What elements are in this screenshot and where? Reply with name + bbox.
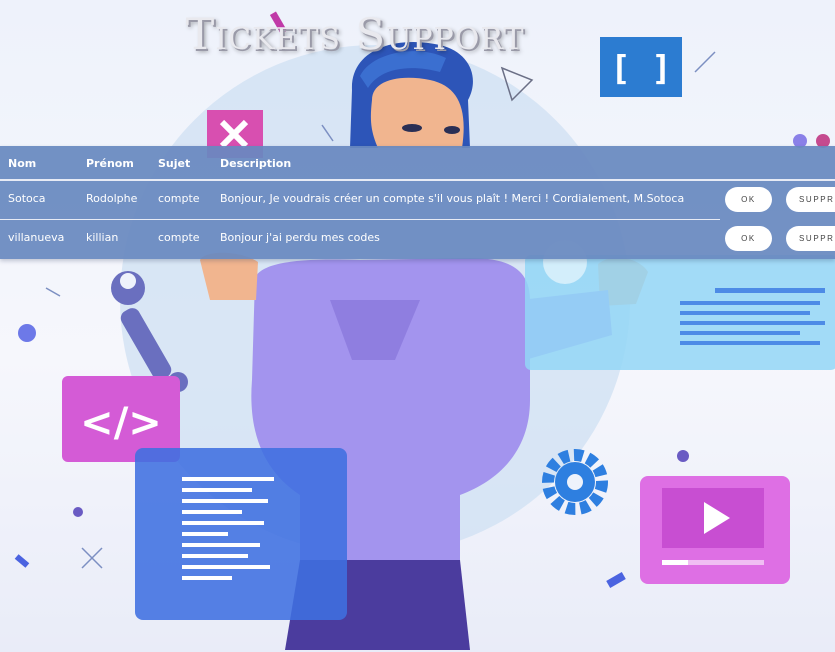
play-icon: [640, 476, 790, 584]
header-description: Description: [220, 157, 292, 170]
delete-button[interactable]: SUPPRI: [786, 226, 835, 251]
background-illustration: [ ] </>: [14, 11, 835, 650]
ok-button[interactable]: OK: [725, 187, 772, 212]
tickets-table: Nom Prénom Sujet Description Sotoca Rodo…: [0, 146, 835, 259]
header-prenom: Prénom: [86, 157, 134, 170]
page-title: Tickets Support: [185, 10, 525, 60]
cell-nom: Sotoca: [8, 192, 46, 205]
delete-button[interactable]: SUPPRI: [786, 187, 835, 212]
cell-prenom: killian: [86, 231, 119, 244]
cell-description: Bonjour j'ai perdu mes codes: [220, 231, 380, 244]
cell-sujet: compte: [158, 231, 200, 244]
header-sujet: Sujet: [158, 157, 191, 170]
svg-text:</>: </>: [80, 400, 162, 446]
table-row: villanueva killian compte Bonjour j'ai p…: [0, 220, 835, 258]
header-nom: Nom: [8, 157, 37, 170]
table-row: Sotoca Rodolphe compte Bonjour, Je voudr…: [0, 181, 720, 220]
cell-prenom: Rodolphe: [86, 192, 138, 205]
cell-description: Bonjour, Je voudrais créer un compte s'i…: [220, 192, 685, 205]
gear-icon: [542, 449, 608, 515]
cell-sujet: compte: [158, 192, 200, 205]
ok-button[interactable]: OK: [725, 226, 772, 251]
cell-nom: villanueva: [8, 231, 65, 244]
table-header: Nom Prénom Sujet Description: [0, 146, 835, 181]
